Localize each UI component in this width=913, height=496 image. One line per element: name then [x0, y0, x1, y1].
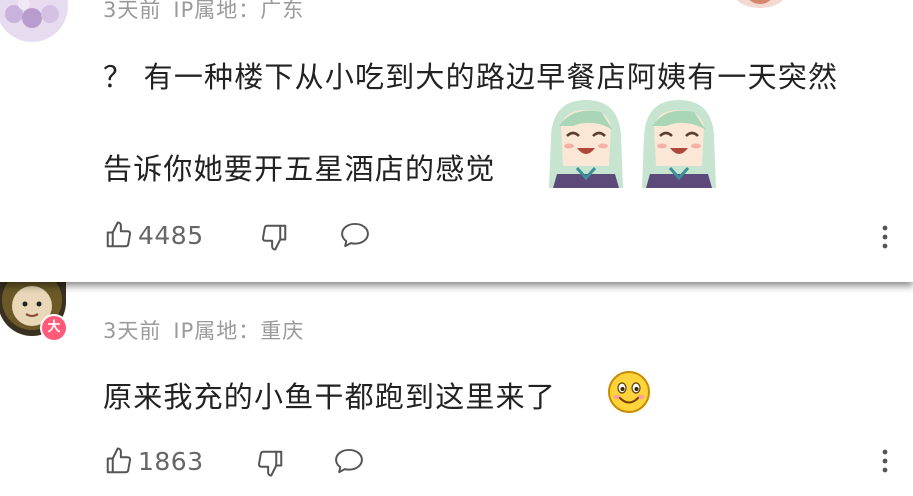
sticker-anime-girl-laughing — [543, 96, 629, 188]
comment-bubble-icon — [341, 222, 369, 248]
comment-time: 3天前 — [103, 0, 162, 22]
more-options-button[interactable] — [880, 224, 890, 254]
ip-location: IP属地：重庆 — [173, 319, 305, 343]
comment-meta: 3天前 IP属地：广东 — [103, 0, 304, 24]
more-vertical-icon — [882, 225, 888, 249]
comment-time: 3天前 — [103, 319, 162, 343]
reply-button[interactable] — [333, 446, 365, 476]
like-count: 4485 — [138, 220, 204, 250]
like-count: 1863 — [138, 446, 204, 476]
dislike-button[interactable] — [255, 448, 285, 478]
like-button[interactable]: 4485 — [104, 220, 204, 250]
comment-card: 大 3天前 IP属地：重庆 原来我充的小鱼干都跑到这里来了 1863 — [0, 276, 913, 496]
reply-button[interactable] — [339, 220, 371, 250]
comment-text-line-1: ？ 有一种楼下从小吃到大的路边早餐店阿姨有一天突然 — [103, 60, 839, 94]
more-vertical-icon — [882, 449, 888, 473]
comment-text-line-2: 告诉你她要开五星酒店的感觉 — [103, 152, 496, 186]
dislike-button[interactable] — [259, 222, 289, 252]
like-button[interactable]: 1863 — [104, 446, 204, 476]
user-level-badge: 大 — [40, 314, 68, 342]
thumbs-down-icon — [261, 224, 287, 251]
comment-text: 原来我充的小鱼干都跑到这里来了 — [103, 374, 556, 416]
user-avatar[interactable] — [0, 0, 68, 42]
more-options-button[interactable] — [880, 448, 890, 478]
thumbs-down-icon — [257, 450, 283, 477]
thumbs-up-icon — [106, 447, 132, 474]
comment-card: 3天前 IP属地：广东 ？ 有一种楼下从小吃到大的路边早餐店阿姨有一天突然 告诉你… — [0, 0, 913, 282]
badge-label: 大 — [47, 320, 61, 335]
ip-location: IP属地：广东 — [173, 0, 305, 22]
comment-text-content: 原来我充的小鱼干都跑到这里来了 — [103, 380, 557, 414]
comment-bubble-icon — [335, 448, 363, 474]
author-badge-icon — [730, 0, 790, 10]
smile-emoji — [607, 370, 651, 414]
comment-meta: 3天前 IP属地：重庆 — [103, 315, 304, 345]
thumbs-up-icon — [106, 221, 132, 248]
sticker-anime-girl-laughing — [636, 96, 722, 188]
